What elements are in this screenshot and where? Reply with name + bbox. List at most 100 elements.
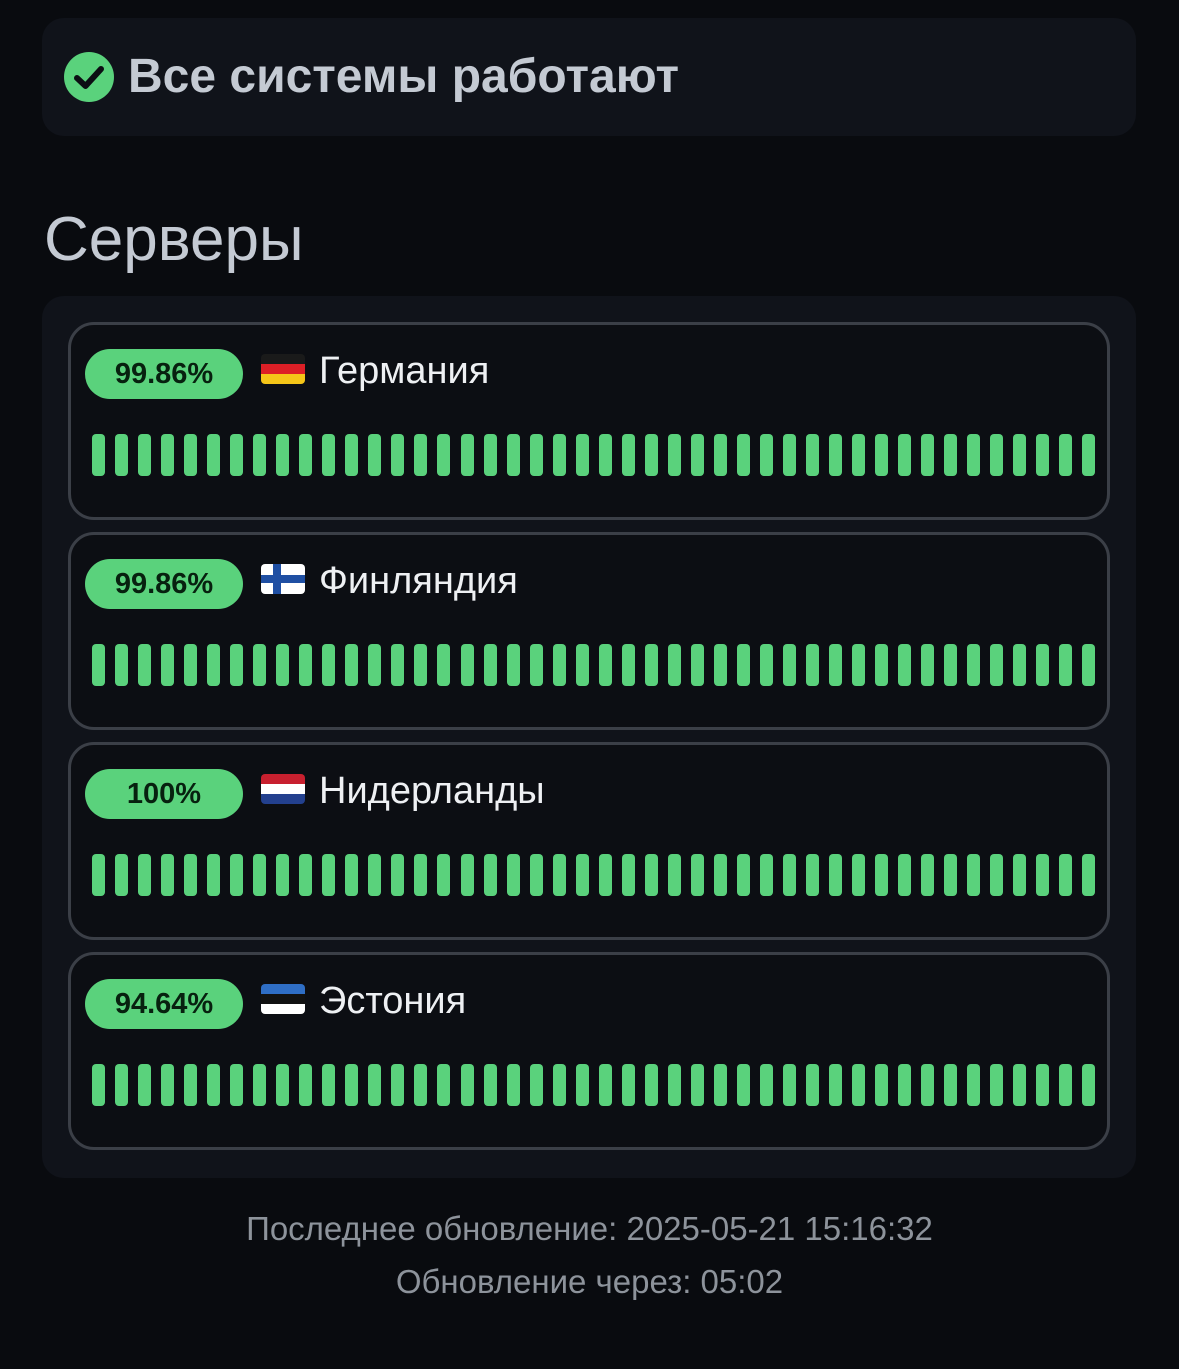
uptime-bar[interactable] — [644, 644, 658, 686]
uptime-bar[interactable] — [644, 1064, 658, 1106]
uptime-bar[interactable] — [322, 1064, 336, 1106]
uptime-bar[interactable] — [1059, 854, 1073, 896]
uptime-bar[interactable] — [875, 1064, 889, 1106]
uptime-bar[interactable] — [207, 854, 221, 896]
uptime-bar[interactable] — [898, 644, 912, 686]
uptime-bar[interactable] — [391, 434, 405, 476]
uptime-bar[interactable] — [759, 434, 773, 476]
uptime-bar[interactable] — [483, 854, 497, 896]
uptime-bar[interactable] — [1082, 854, 1096, 896]
uptime-bar[interactable] — [345, 644, 359, 686]
uptime-bar[interactable] — [483, 434, 497, 476]
uptime-bar[interactable] — [1082, 434, 1096, 476]
uptime-bar[interactable] — [852, 1064, 866, 1106]
uptime-bar[interactable] — [1059, 644, 1073, 686]
uptime-bar[interactable] — [115, 644, 129, 686]
uptime-bar[interactable] — [552, 854, 566, 896]
uptime-bar[interactable] — [1059, 434, 1073, 476]
uptime-bar[interactable] — [207, 644, 221, 686]
uptime-bar[interactable] — [575, 644, 589, 686]
uptime-bar[interactable] — [437, 1064, 451, 1106]
uptime-bar[interactable] — [782, 644, 796, 686]
uptime-bar[interactable] — [276, 1064, 290, 1106]
uptime-bar[interactable] — [644, 854, 658, 896]
uptime-bar[interactable] — [1082, 644, 1096, 686]
uptime-bar[interactable] — [713, 644, 727, 686]
uptime-bar[interactable] — [805, 1064, 819, 1106]
uptime-bar[interactable] — [506, 854, 520, 896]
uptime-bar[interactable] — [944, 1064, 958, 1106]
uptime-bar[interactable] — [621, 434, 635, 476]
uptime-bar[interactable] — [1013, 644, 1027, 686]
uptime-bar[interactable] — [944, 644, 958, 686]
uptime-bar[interactable] — [829, 1064, 842, 1106]
uptime-bar[interactable] — [552, 644, 566, 686]
uptime-bar[interactable] — [253, 434, 267, 476]
uptime-bar[interactable] — [644, 434, 658, 476]
uptime-bar[interactable] — [1059, 1064, 1073, 1106]
uptime-bar[interactable] — [529, 644, 543, 686]
uptime-bar[interactable] — [759, 1064, 773, 1106]
uptime-bar[interactable] — [414, 434, 428, 476]
uptime-bar[interactable] — [115, 1064, 129, 1106]
uptime-bar[interactable] — [782, 854, 796, 896]
uptime-bar[interactable] — [713, 1064, 727, 1106]
uptime-bar[interactable] — [898, 1064, 912, 1106]
uptime-bar[interactable] — [322, 854, 336, 896]
uptime-bar[interactable] — [967, 854, 981, 896]
uptime-bar[interactable] — [92, 434, 105, 476]
uptime-bar[interactable] — [230, 644, 244, 686]
uptime-bar[interactable] — [852, 854, 866, 896]
uptime-bar[interactable] — [460, 644, 474, 686]
uptime-bar[interactable] — [875, 644, 889, 686]
uptime-bar[interactable] — [667, 854, 681, 896]
uptime-bar[interactable] — [368, 854, 382, 896]
uptime-bar[interactable] — [92, 854, 105, 896]
uptime-bar[interactable] — [598, 644, 612, 686]
uptime-bar[interactable] — [368, 434, 382, 476]
uptime-bar[interactable] — [921, 1064, 935, 1106]
uptime-bar[interactable] — [230, 1064, 244, 1106]
uptime-bar[interactable] — [506, 1064, 520, 1106]
uptime-bar[interactable] — [690, 854, 704, 896]
uptime-bar[interactable] — [161, 434, 175, 476]
uptime-bar[interactable] — [990, 1064, 1004, 1106]
uptime-bar[interactable] — [483, 644, 497, 686]
uptime-bar[interactable] — [92, 644, 105, 686]
uptime-bar[interactable] — [736, 1064, 750, 1106]
uptime-bar[interactable] — [598, 434, 612, 476]
uptime-bar[interactable] — [276, 434, 290, 476]
uptime-bar[interactable] — [782, 434, 796, 476]
uptime-bar[interactable] — [805, 434, 819, 476]
uptime-bar[interactable] — [299, 1064, 313, 1106]
uptime-bar[interactable] — [322, 434, 336, 476]
uptime-bar[interactable] — [921, 644, 935, 686]
uptime-bar[interactable] — [598, 854, 612, 896]
uptime-bar[interactable] — [575, 434, 589, 476]
uptime-bar[interactable] — [852, 434, 866, 476]
uptime-bar[interactable] — [299, 644, 313, 686]
uptime-bar[interactable] — [161, 1064, 175, 1106]
uptime-bar[interactable] — [990, 434, 1004, 476]
uptime-bar[interactable] — [552, 1064, 566, 1106]
uptime-bar[interactable] — [967, 1064, 981, 1106]
uptime-bar[interactable] — [667, 644, 681, 686]
uptime-bar[interactable] — [184, 644, 198, 686]
uptime-bar[interactable] — [529, 854, 543, 896]
uptime-bar[interactable] — [437, 434, 451, 476]
uptime-bar[interactable] — [414, 644, 428, 686]
uptime-bar[interactable] — [1013, 434, 1027, 476]
uptime-bar[interactable] — [391, 644, 405, 686]
uptime-bar[interactable] — [253, 644, 267, 686]
uptime-bar[interactable] — [967, 434, 981, 476]
uptime-bar[interactable] — [460, 1064, 474, 1106]
uptime-bar[interactable] — [621, 644, 635, 686]
uptime-bar[interactable] — [1082, 1064, 1096, 1106]
uptime-bar[interactable] — [230, 434, 244, 476]
uptime-bar[interactable] — [575, 854, 589, 896]
uptime-bar[interactable] — [921, 434, 935, 476]
uptime-bar[interactable] — [1013, 1064, 1027, 1106]
uptime-bar[interactable] — [782, 1064, 796, 1106]
uptime-bar[interactable] — [138, 1064, 152, 1106]
uptime-bar[interactable] — [736, 854, 750, 896]
